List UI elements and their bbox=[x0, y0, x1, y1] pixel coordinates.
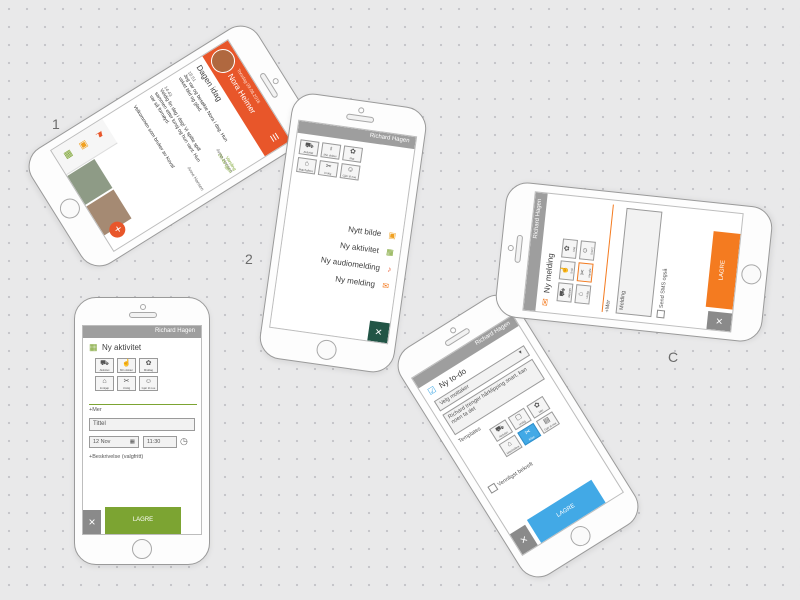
header-bar: Richard Hagen bbox=[83, 326, 201, 338]
tile-label: Handle bbox=[587, 268, 593, 278]
flag-icon[interactable]: ⚑ bbox=[92, 129, 106, 142]
phone-new-todo: Richard Hagen ☑ Ny to-do Velg mottaker ▾… bbox=[389, 286, 647, 586]
gift-icon: ⌂ bbox=[102, 378, 107, 385]
tile-label: Smil 2 bbox=[589, 246, 595, 256]
tile-smile[interactable]: ☺ Gjør til noe bbox=[139, 376, 158, 391]
more-link[interactable]: +Mer bbox=[605, 300, 612, 313]
clock-icon[interactable]: ◷ bbox=[180, 436, 188, 447]
scissors-icon: ✂ bbox=[123, 378, 130, 385]
calendar-icon: ▦ bbox=[89, 342, 98, 352]
grid-icon[interactable]: ▦ bbox=[62, 148, 75, 161]
date-value: 12 Nov bbox=[93, 439, 111, 445]
header-user: Richard Hagen bbox=[532, 198, 544, 239]
tile-food[interactable]: ✿ Mat bbox=[342, 145, 364, 163]
checkbox[interactable] bbox=[656, 309, 666, 319]
tile-activity[interactable]: ⛟ Aktivitet bbox=[95, 358, 114, 373]
tile-activity[interactable]: ⛟ Aktivitet bbox=[556, 282, 574, 303]
camera-icon: ▣ bbox=[387, 230, 397, 241]
menu-label: Ny melding bbox=[334, 274, 376, 289]
menu-icon[interactable]: ☰ bbox=[268, 131, 281, 144]
tile-smile[interactable]: ☺ Smil 2 bbox=[578, 240, 596, 261]
cart-icon: ⛟ bbox=[100, 360, 109, 367]
checkbox-label: Send SMS også bbox=[658, 268, 669, 309]
tile-activity[interactable]: ⛟ Aktivitet bbox=[298, 139, 320, 157]
page-title: Ny aktivitet bbox=[102, 343, 142, 352]
green-divider bbox=[89, 404, 197, 405]
message-icon: ✉ bbox=[539, 297, 551, 307]
tile-restless[interactable]: ⌂ Urolig bbox=[574, 284, 592, 305]
cancel-button[interactable]: × bbox=[706, 311, 733, 332]
message-input[interactable]: Melding bbox=[615, 207, 663, 318]
new-message-screen: Richard Hagen ✉ Ny melding ⛟ Aktivitet ☝ S… bbox=[522, 191, 744, 333]
label-1: 1 bbox=[52, 116, 60, 132]
camera-icon[interactable]: ▣ bbox=[77, 138, 91, 151]
tile-doctor[interactable]: ♁ Min dokter bbox=[320, 142, 342, 160]
gear-icon: ✿ bbox=[145, 360, 152, 367]
tile-food[interactable]: ✿ Mat bbox=[561, 238, 578, 259]
tile-label: Urolig bbox=[122, 386, 131, 390]
tile-scissors[interactable]: ✂ Urolig bbox=[317, 160, 339, 178]
date-field[interactable]: 12 Nov ▦ bbox=[89, 436, 139, 448]
calendar-icon: ▦ bbox=[385, 247, 395, 258]
tile-dinner[interactable]: ✿ Middag bbox=[139, 358, 158, 373]
new-activity-screen: Richard Hagen ▦ Ny aktivitet ⛟ Aktivitet … bbox=[82, 325, 202, 535]
phone-new-message: Richard Hagen ✉ Ny melding ⛟ Aktivitet ☝ S… bbox=[493, 180, 775, 344]
tile-smile[interactable]: ☺ Gjør til noe bbox=[339, 163, 361, 181]
tile-scissors[interactable]: ✂ Urolig bbox=[117, 376, 136, 391]
phone-new-activity: Richard Hagen ▦ Ny aktivitet ⛟ Aktivitet … bbox=[74, 297, 210, 565]
tile-label: Urolig bbox=[584, 290, 590, 299]
label-2: 2 bbox=[245, 251, 253, 267]
header-user: Richard Hagen bbox=[154, 328, 195, 334]
more-link[interactable]: +Mer bbox=[89, 407, 102, 413]
calendar-icon: ▦ bbox=[129, 439, 135, 445]
page-title: Ny melding bbox=[542, 252, 556, 294]
cancel-button[interactable]: × bbox=[83, 510, 101, 534]
tile-label: Smil bbox=[569, 268, 574, 274]
tile-doctor[interactable]: ☝ Min dokter bbox=[117, 358, 136, 373]
tile-label: Aktivitet bbox=[99, 368, 110, 372]
close-button[interactable]: × bbox=[367, 320, 390, 344]
confirm-checkbox[interactable]: Vennligst bekreft bbox=[487, 460, 534, 494]
thumbs-up-icon: ☝ bbox=[122, 360, 131, 367]
tile-grid: ⛟ Aktivitet ☝ Smil ✿ Mat ⌂ Urolig ✂ Handle ☺ S… bbox=[556, 231, 603, 305]
label-c: C bbox=[668, 349, 679, 365]
header-user: Richard Hagen bbox=[369, 132, 410, 145]
avatar[interactable] bbox=[206, 44, 240, 78]
tile-label: Mat bbox=[571, 246, 577, 252]
tile-label: Min dokter bbox=[119, 368, 134, 372]
checkmark-icon: ☑ bbox=[425, 384, 439, 398]
tile-shopping[interactable]: ⌂ Innkjøp bbox=[95, 376, 114, 391]
orange-divider bbox=[601, 204, 614, 312]
tile-label: Innkjøp bbox=[99, 386, 110, 390]
sms-checkbox[interactable]: Send SMS også bbox=[656, 268, 669, 319]
tile-grid: ⛟ Aktivitet ☝ Min dokter ✿ Middag ⌂ Innkjøp … bbox=[95, 358, 165, 398]
tile-thumbs[interactable]: ☝ Smil bbox=[558, 260, 576, 281]
tile-label: Aktivitet bbox=[566, 287, 572, 299]
smile-icon: ☺ bbox=[144, 378, 153, 385]
tile-shopping[interactable]: ⌂ Matchallere bbox=[296, 157, 317, 175]
title-input[interactable]: Tittel bbox=[89, 418, 195, 431]
time-value: 11:30 bbox=[147, 439, 161, 445]
tile-label: Gjør til noe bbox=[141, 386, 156, 390]
tile-grid: ⛟ Aktivitet ♁ Min dokter ✿ Mat ⌂ Matchallere… bbox=[295, 139, 370, 188]
tile-scissors[interactable]: ✂ Handle bbox=[576, 262, 594, 283]
checkbox-label: Vennligst bekreft bbox=[496, 461, 535, 489]
message-icon: ✉ bbox=[381, 281, 390, 291]
tile-label: Middag bbox=[143, 368, 154, 372]
description-link[interactable]: +Beskrivelse (valgfritt) bbox=[89, 454, 143, 460]
time-field[interactable]: 11:30 bbox=[143, 436, 177, 448]
save-button[interactable]: LAGRE bbox=[105, 507, 181, 534]
